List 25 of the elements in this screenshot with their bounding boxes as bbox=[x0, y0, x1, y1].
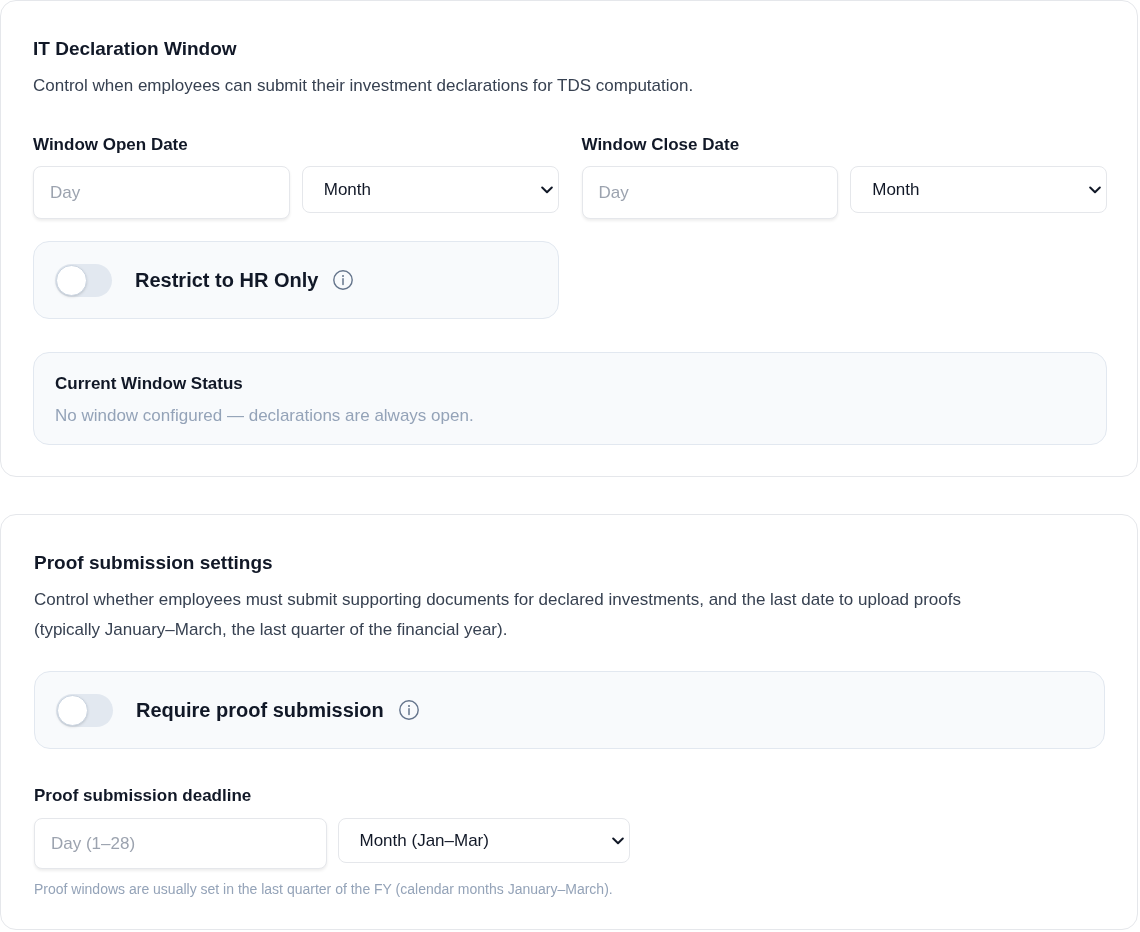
section-description: Control whether employees must submit supporting documents for declared investments, and the last date to upload proofs (typically January–March, the last quarter of the financial year). bbox=[34, 589, 962, 641]
month-select[interactable]: Month bbox=[301, 166, 559, 213]
day-input-field[interactable]: Day bbox=[581, 166, 839, 219]
month-select[interactable]: Month (Jan–Mar) bbox=[337, 818, 630, 863]
status-text: No window configured — declarations are always open. bbox=[55, 405, 475, 427]
status-title: Current Window Status bbox=[55, 373, 244, 395]
toggle-switch[interactable] bbox=[55, 263, 112, 297]
chevron-down-icon bbox=[612, 836, 624, 845]
toggle-switch[interactable] bbox=[56, 693, 113, 727]
month-select[interactable]: Month bbox=[850, 166, 1107, 213]
info-icon[interactable] bbox=[333, 270, 354, 290]
section-title: IT Declaration Window bbox=[33, 37, 238, 61]
chevron-down-icon bbox=[540, 185, 553, 194]
day-input-field[interactable]: Day bbox=[33, 166, 290, 219]
hint-text: Proof windows are usually set in the last quarter of the FY (calendar months January–March). bbox=[34, 880, 614, 899]
section-description: Control when employees can submit their investment declarations for TDS computation. bbox=[33, 75, 695, 97]
info-icon[interactable] bbox=[398, 700, 419, 720]
section-title: Proof submission settings bbox=[34, 551, 274, 575]
toggle-label: Restrict to HR Only bbox=[135, 268, 319, 293]
day-input-field[interactable]: Day (1–28) bbox=[34, 818, 327, 869]
toggle-label: Require proof submission bbox=[136, 698, 384, 723]
chevron-down-icon bbox=[1089, 185, 1101, 194]
field-label: Window Close Date bbox=[581, 134, 741, 156]
field-label: Window Open Date bbox=[33, 134, 189, 156]
field-label: Proof submission deadline bbox=[34, 785, 253, 807]
